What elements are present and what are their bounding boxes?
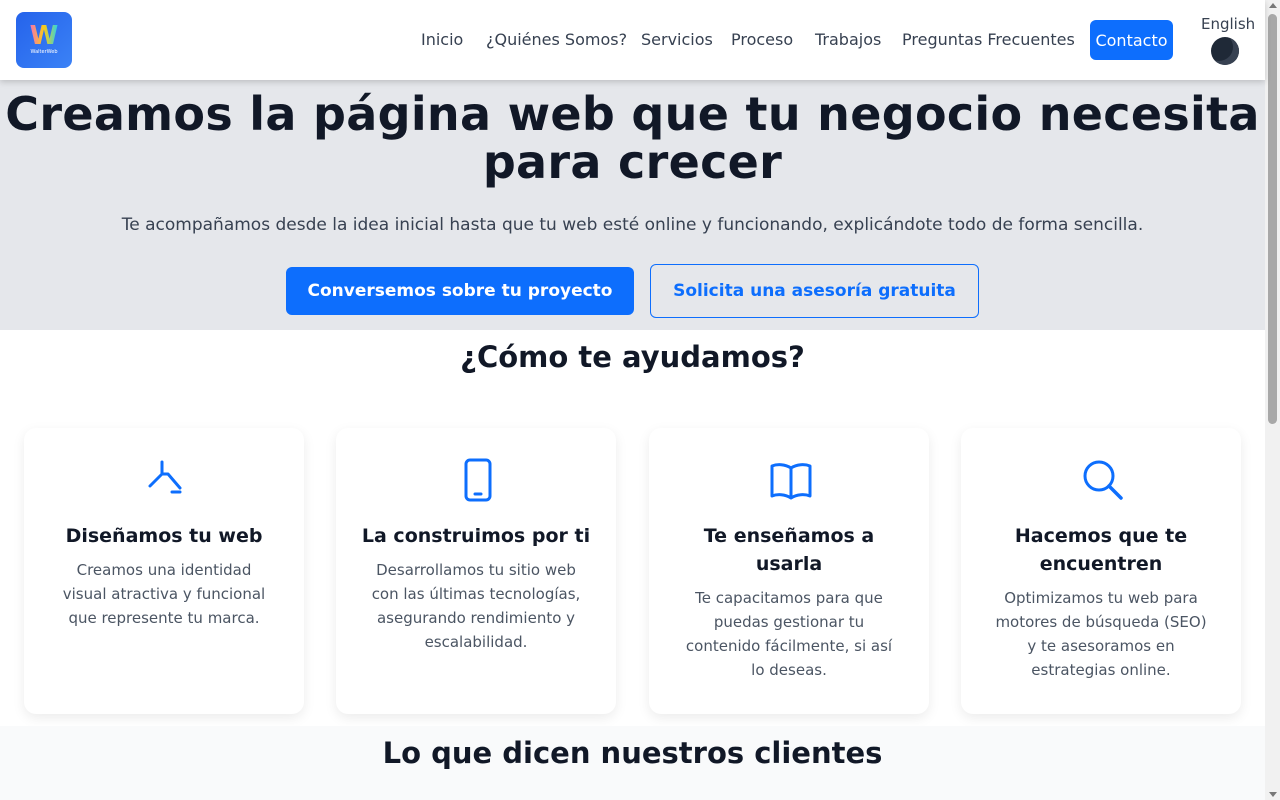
hero-subtitle: Te acompañamos desde la idea inicial has…	[121, 215, 1144, 235]
services-title: ¿Cómo te ayudamos?	[460, 340, 805, 374]
service-card-build: La construimos por ti Desarrollamos tu s…	[336, 428, 616, 714]
search-icon	[1083, 460, 1123, 500]
service-card-title: Te enseñamos a usarla	[703, 525, 875, 575]
hero-section: Creamos la página web que tu negocio nec…	[0, 80, 1265, 330]
primary-cta-button[interactable]: Conversemos sobre tu proyecto	[286, 267, 634, 315]
service-card-description: Te capacitamos para que puedas gestionar…	[685, 589, 893, 679]
service-card-description: Optimizamos tu web para motores de búsqu…	[995, 589, 1207, 679]
site-header: W WalterWeb Inicio ¿Quiénes Somos? Servi…	[0, 0, 1265, 80]
contact-button[interactable]: Contacto	[1090, 20, 1173, 60]
scrollbar[interactable]	[1265, 0, 1280, 800]
testimonials-section: Lo que dicen nuestros clientes	[0, 726, 1265, 800]
nav-trabajos[interactable]: Trabajos	[815, 30, 881, 49]
hero-title: Creamos la página web que tu negocio nec…	[0, 90, 1265, 186]
nav-servicios[interactable]: Servicios	[641, 30, 713, 49]
theme-toggle-icon[interactable]	[1211, 37, 1239, 65]
language-switch[interactable]: English	[1201, 15, 1255, 33]
nav-inicio[interactable]: Inicio	[421, 30, 463, 49]
logo-letter: W	[29, 21, 59, 51]
logo[interactable]: W WalterWeb	[16, 12, 72, 68]
hero-title-line1: Creamos la página web que tu negocio nec…	[5, 87, 1260, 141]
service-card-design: Diseñamos tu web Creamos una identidad v…	[24, 428, 304, 714]
service-card-teach: Te enseñamos a usarla Te capacitamos par…	[649, 428, 929, 714]
service-card-title: La construimos por ti	[361, 525, 591, 547]
service-card-description: Creamos una identidad visual atractiva y…	[62, 561, 266, 627]
book-icon	[770, 463, 812, 500]
scroll-thumb[interactable]	[1268, 14, 1277, 424]
scroll-down-icon[interactable]	[1269, 792, 1277, 797]
nav-quienes-somos[interactable]: ¿Quiénes Somos?	[486, 30, 627, 49]
service-card-title: Hacemos que te encuentren	[1014, 525, 1188, 575]
design-tool-icon	[148, 460, 182, 494]
testimonials-title: Lo que dicen nuestros clientes	[382, 736, 883, 770]
logo-text: WalterWeb	[30, 49, 58, 55]
service-card-title: Diseñamos tu web	[65, 525, 263, 547]
secondary-cta-button[interactable]: Solicita una asesoría gratuita	[650, 264, 979, 318]
smartphone-icon	[464, 458, 492, 502]
nav-preguntas-frecuentes[interactable]: Preguntas Frecuentes	[902, 30, 1075, 49]
nav-proceso[interactable]: Proceso	[731, 30, 793, 49]
service-card-description: Desarrollamos tu sitio web con las últim…	[371, 561, 581, 651]
service-card-seo: Hacemos que te encuentren Optimizamos tu…	[961, 428, 1241, 714]
scroll-up-icon[interactable]	[1269, 3, 1277, 8]
hero-title-line2: para crecer	[482, 135, 783, 189]
